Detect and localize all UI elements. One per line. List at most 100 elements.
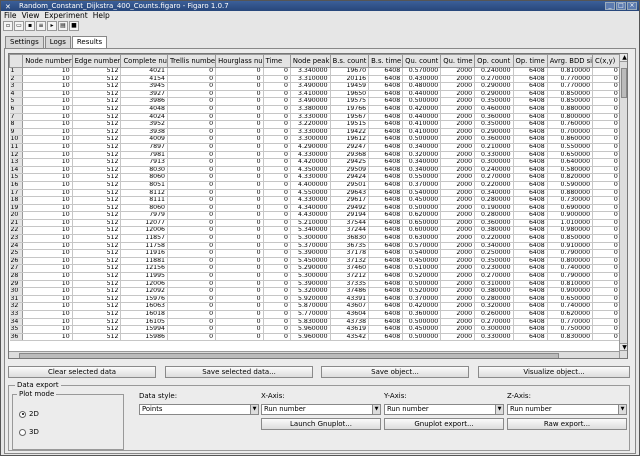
table-cell[interactable]: 43391 bbox=[330, 295, 370, 304]
table-cell[interactable]: 6408 bbox=[513, 113, 548, 122]
table-cell[interactable]: 0.810000 bbox=[547, 67, 594, 76]
table-cell[interactable]: 0 bbox=[592, 135, 621, 144]
table-cell[interactable]: 0 bbox=[263, 166, 291, 175]
table-cell[interactable]: 0 bbox=[263, 280, 291, 289]
table-cell[interactable]: 0.320000 bbox=[474, 302, 514, 311]
menu-experiment[interactable]: Experiment bbox=[44, 11, 87, 21]
table-cell[interactable]: 0.440000 bbox=[402, 113, 442, 122]
table-cell[interactable]: 10 bbox=[22, 302, 73, 311]
table-cell[interactable]: 10 bbox=[22, 318, 73, 327]
row-number[interactable]: 10 bbox=[9, 135, 24, 144]
table-cell[interactable]: 12092 bbox=[120, 287, 168, 296]
table-cell[interactable]: 6408 bbox=[513, 325, 548, 334]
table-cell[interactable]: 4.340000 bbox=[290, 204, 331, 213]
table-cell[interactable]: 6408 bbox=[513, 219, 548, 228]
menu-file[interactable]: File bbox=[4, 11, 17, 21]
table-cell[interactable]: 29509 bbox=[330, 166, 370, 175]
table-cell[interactable]: 512 bbox=[72, 219, 122, 228]
table-cell[interactable]: 0.900000 bbox=[547, 287, 594, 296]
table-cell[interactable]: 6408 bbox=[513, 318, 548, 327]
table-cell[interactable]: 6408 bbox=[513, 120, 548, 129]
table-cell[interactable]: 0 bbox=[592, 333, 621, 342]
z-axis-select[interactable]: Run number ▼ bbox=[507, 404, 627, 415]
table-cell[interactable]: 0 bbox=[592, 189, 621, 198]
table-cell[interactable]: 29247 bbox=[330, 143, 370, 152]
table-cell[interactable]: 0.650000 bbox=[402, 219, 442, 228]
row-number[interactable]: 9 bbox=[9, 128, 24, 137]
table-cell[interactable]: 0 bbox=[215, 302, 264, 311]
table-cell[interactable]: 6408 bbox=[368, 113, 404, 122]
table-cell[interactable]: 0 bbox=[215, 113, 264, 122]
table-cell[interactable]: 512 bbox=[72, 333, 122, 342]
row-number[interactable]: 29 bbox=[9, 280, 24, 289]
table-cell[interactable]: 5.290000 bbox=[290, 264, 331, 274]
table-cell[interactable]: 0.770000 bbox=[547, 318, 594, 327]
table-cell[interactable]: 4.550000 bbox=[290, 189, 331, 198]
table-cell[interactable]: 0 bbox=[592, 310, 621, 319]
table-cell[interactable]: 0.510000 bbox=[402, 264, 442, 274]
table-row[interactable]: 11 10 512 7897 0 0 0 4.290000 29247 6408 0.340000 2… bbox=[9, 143, 628, 152]
table-cell[interactable]: 0.450000 bbox=[402, 257, 442, 266]
menu-help[interactable]: Help bbox=[93, 11, 110, 21]
table-cell[interactable]: 0 bbox=[592, 249, 621, 258]
table-cell[interactable]: 10 bbox=[22, 287, 73, 296]
table-cell[interactable]: 0.880000 bbox=[547, 105, 594, 114]
table-cell[interactable]: 10 bbox=[22, 75, 73, 84]
table-cell[interactable]: 0.350000 bbox=[474, 120, 514, 129]
table-cell[interactable]: 6408 bbox=[368, 90, 404, 99]
table-cell[interactable]: 0.570000 bbox=[402, 242, 442, 251]
table-row[interactable]: 24 10 512 11758 0 0 0 5.370000 36735 6408 0.570000… bbox=[9, 242, 628, 251]
table-cell[interactable]: 0.370000 bbox=[402, 181, 442, 190]
row-number[interactable]: 26 bbox=[9, 257, 24, 266]
table-cell[interactable]: 512 bbox=[72, 196, 122, 205]
table-cell[interactable]: 2000 bbox=[440, 242, 476, 251]
column-header[interactable]: B.s. count bbox=[329, 54, 370, 68]
table-cell[interactable]: 16018 bbox=[120, 310, 168, 319]
table-cell[interactable]: 43607 bbox=[330, 302, 370, 311]
table-cell[interactable]: 0.270000 bbox=[474, 75, 514, 84]
table-cell[interactable]: 11881 bbox=[120, 257, 168, 266]
table-cell[interactable]: 0.330000 bbox=[474, 151, 514, 160]
new-file-icon[interactable]: ▫ bbox=[3, 21, 13, 31]
table-cell[interactable]: 0 bbox=[263, 287, 291, 296]
table-cell[interactable]: 37212 bbox=[330, 272, 370, 281]
table-row[interactable]: 10 10 512 4009 0 0 0 3.300000 19612 6408 0.500000 2… bbox=[9, 135, 628, 144]
table-cell[interactable]: 512 bbox=[72, 234, 122, 243]
table-cell[interactable]: 512 bbox=[72, 211, 122, 220]
table-cell[interactable]: 6408 bbox=[368, 310, 404, 319]
table-cell[interactable]: 6408 bbox=[368, 234, 404, 243]
table-row[interactable]: 3 10 512 3945 0 0 0 3.490000 19459 6408 0.480000 20… bbox=[9, 82, 628, 91]
gnuplot-export-button[interactable]: Gnuplot export... bbox=[384, 418, 504, 430]
table-cell[interactable]: 6408 bbox=[513, 67, 548, 76]
table-cell[interactable]: 0 bbox=[263, 318, 291, 327]
table-cell[interactable]: 0.340000 bbox=[402, 166, 442, 175]
table-cell[interactable]: 2000 bbox=[440, 333, 476, 342]
table-cell[interactable]: 0 bbox=[263, 181, 291, 190]
row-number[interactable]: 8 bbox=[9, 120, 24, 129]
table-cell[interactable]: 3.410000 bbox=[290, 90, 331, 99]
table-cell[interactable]: 0.620000 bbox=[402, 211, 442, 220]
table-cell[interactable]: 0.500000 bbox=[402, 204, 442, 213]
table-cell[interactable]: 0 bbox=[167, 333, 217, 342]
y-axis-select[interactable]: Run number ▼ bbox=[384, 404, 504, 415]
table-cell[interactable]: 512 bbox=[72, 90, 122, 99]
table-cell[interactable]: 0.240000 bbox=[474, 166, 514, 175]
stop-icon[interactable]: ■ bbox=[69, 21, 79, 31]
table-cell[interactable]: 0 bbox=[167, 249, 217, 258]
table-cell[interactable]: 0 bbox=[592, 143, 621, 152]
table-cell[interactable]: 8111 bbox=[120, 196, 168, 205]
table-cell[interactable]: 6408 bbox=[513, 135, 548, 144]
table-cell[interactable]: 0.450000 bbox=[402, 325, 442, 334]
table-cell[interactable]: 6408 bbox=[513, 196, 548, 205]
table-cell[interactable]: 512 bbox=[72, 181, 122, 190]
table-cell[interactable]: 6408 bbox=[513, 211, 548, 220]
table-cell[interactable]: 0.320000 bbox=[402, 151, 442, 160]
table-cell[interactable]: 0 bbox=[263, 173, 291, 182]
table-cell[interactable]: 0.910000 bbox=[547, 242, 594, 251]
table-cell[interactable]: 512 bbox=[72, 105, 122, 114]
table-cell[interactable]: 6408 bbox=[368, 333, 404, 342]
table-cell[interactable]: 0.740000 bbox=[547, 302, 594, 311]
table-cell[interactable]: 0.900000 bbox=[547, 211, 594, 220]
table-cell[interactable]: 2000 bbox=[440, 211, 476, 220]
table-cell[interactable]: 6408 bbox=[513, 295, 548, 304]
